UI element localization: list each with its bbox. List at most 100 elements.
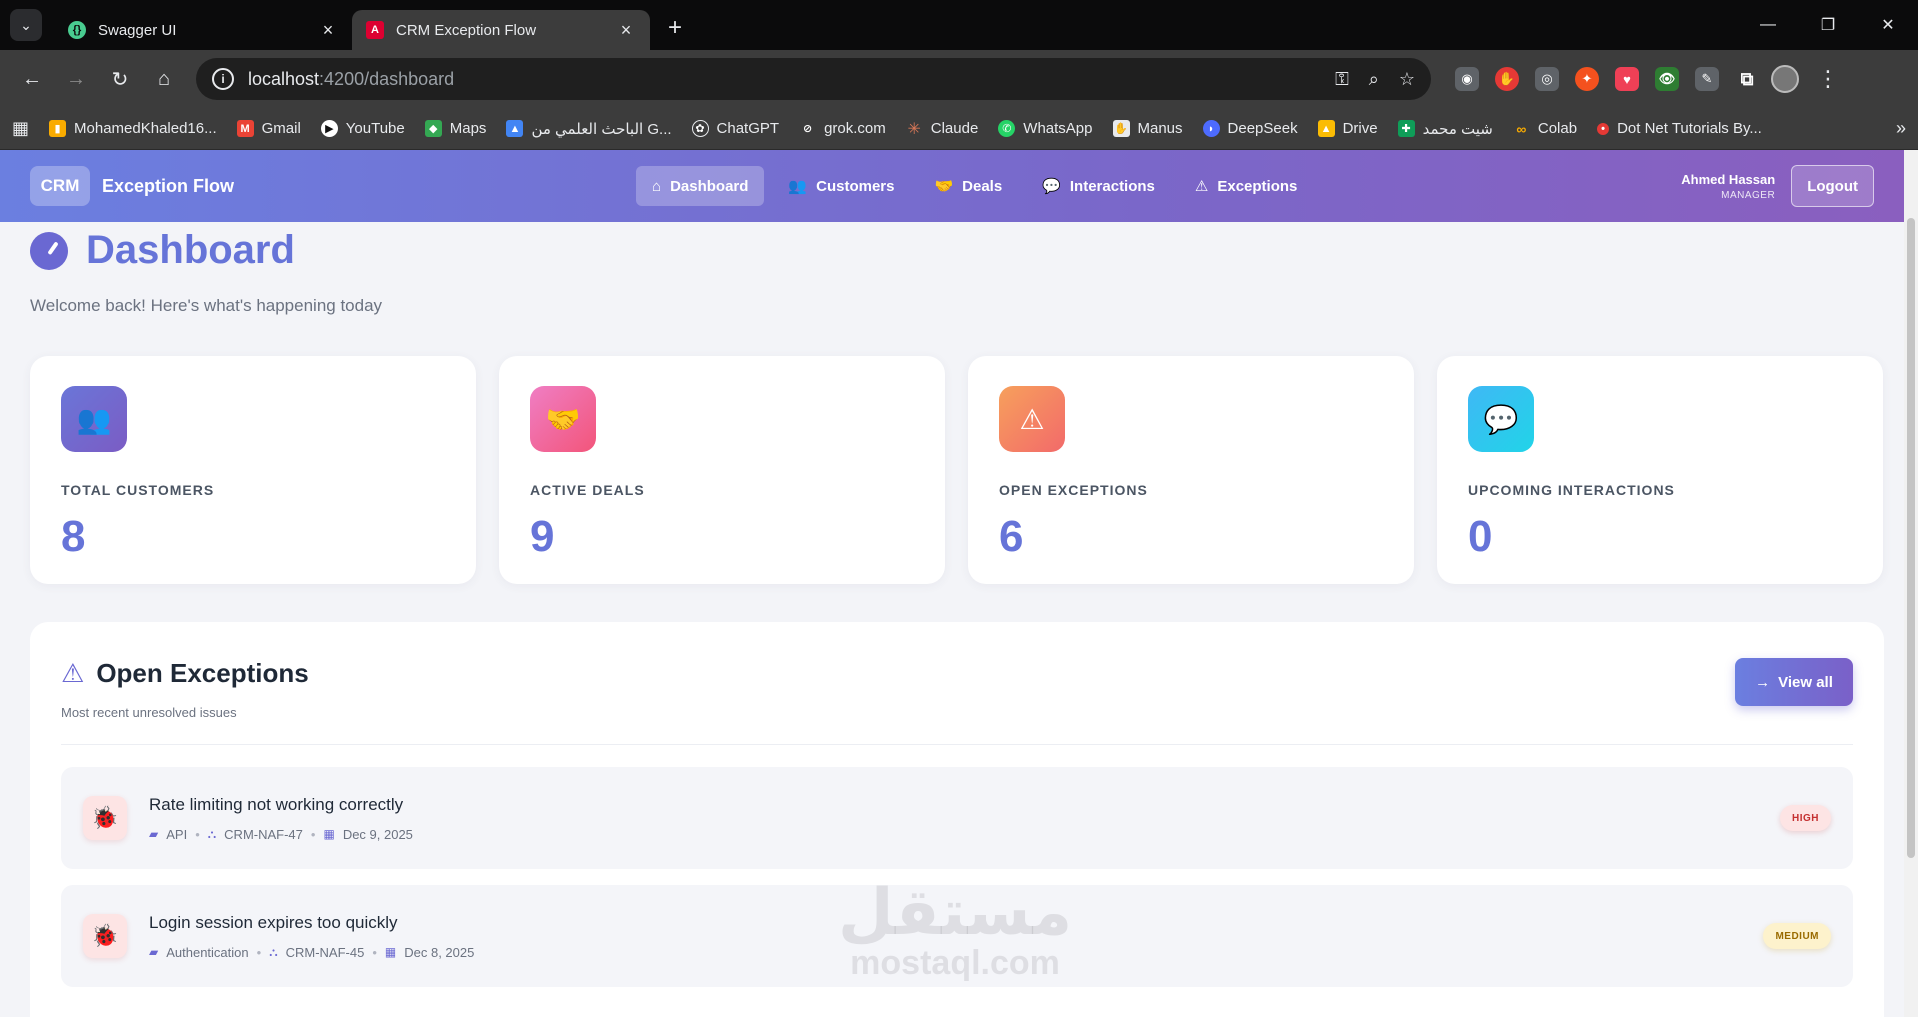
exception-date: Dec 9, 2025 [342, 826, 413, 842]
exception-category: Authentication [166, 944, 249, 960]
pocket-extension-icon[interactable]: ♥ [1615, 67, 1639, 91]
exception-item[interactable]: 🐞 Rate limiting not working correctly ▰ … [61, 767, 1853, 869]
exception-title: Login session expires too quickly [149, 912, 398, 932]
deepseek-icon: ◗ [1202, 120, 1220, 137]
sheets-icon: ✚ [1397, 120, 1415, 137]
bookmark-item[interactable]: • Dot Net Tutorials By... [1597, 120, 1762, 137]
green-extension-icon[interactable]: 👁 [1655, 67, 1679, 91]
nav-interactions[interactable]: 💬 Interactions [1026, 166, 1171, 206]
nav-label: Dashboard [670, 177, 749, 195]
back-icon[interactable]: ← [12, 59, 52, 99]
close-icon[interactable]: × [616, 20, 636, 41]
bookmark-star-icon[interactable]: ☆ [1399, 69, 1415, 90]
nav-dashboard[interactable]: ⌂ Dashboard [636, 166, 765, 206]
bookmark-item[interactable]: ▲ الباحث العلمي من G... [506, 120, 672, 138]
brand[interactable]: CRM Exception Flow [30, 166, 234, 206]
drive-icon: ▲ [1317, 120, 1335, 137]
camera-extension-icon[interactable]: ◉ [1455, 67, 1479, 91]
colab-icon: ∞ [1516, 120, 1527, 137]
nav-deals[interactable]: 🤝 Deals [918, 166, 1018, 206]
scholar-icon: ▲ [506, 120, 524, 137]
bookmark-item[interactable]: ✚ شيت محمد [1397, 120, 1493, 138]
key-icon[interactable]: ⚿ [1335, 69, 1349, 90]
chat-icon: 💬 [1468, 386, 1534, 452]
page-scrollbar[interactable] [1904, 150, 1918, 1017]
browser-toolbar: ← → ↻ ⌂ i localhost:4200/dashboard ⚿ ⌕ ☆… [0, 50, 1918, 108]
orange-extension-icon[interactable]: ✦ [1575, 67, 1599, 91]
whatsapp-icon: ✆ [998, 120, 1016, 137]
more-bookmarks-icon[interactable]: » [1896, 118, 1906, 139]
edit-extension-icon[interactable]: ✎ [1695, 67, 1719, 91]
close-icon[interactable]: × [318, 20, 338, 41]
stat-card-interactions: 💬 UPCOMING INTERACTIONS 0 [1437, 356, 1883, 584]
bookmark-item[interactable]: ⊘ grok.com [799, 120, 886, 137]
site-info-icon[interactable]: i [212, 68, 234, 90]
bookmark-label: Colab [1537, 120, 1578, 137]
users-icon: 👥 [788, 178, 808, 195]
swagger-icon: {} [68, 21, 86, 39]
zoom-icon[interactable]: ⌕ [1369, 69, 1379, 90]
handshake-icon: 🤝 [934, 178, 954, 195]
bookmark-label: WhatsApp [1023, 120, 1093, 137]
bookmark-item[interactable]: ▶ YouTube [320, 120, 405, 137]
gmail-icon: M [236, 120, 254, 137]
red-extension-icon[interactable]: ✋ [1495, 67, 1519, 91]
bookmark-item[interactable]: M Gmail [236, 120, 301, 137]
home-browser-icon[interactable]: ⌂ [144, 59, 184, 99]
severity-badge: MEDIUM [1763, 923, 1831, 949]
app-header: CRM Exception Flow ⌂ Dashboard 👥 Custome… [0, 150, 1904, 222]
stat-card-deals: 🤝 ACTIVE DEALS 9 [499, 356, 945, 584]
exception-meta: ▰ Authentication • ⛬ CRM-NAF-45 • ▦ Dec … [149, 945, 474, 960]
reload-icon[interactable]: ↻ [100, 59, 140, 99]
record-extension-icon[interactable]: ◎ [1535, 67, 1559, 91]
apps-grid-icon[interactable]: ▦ [12, 118, 29, 139]
new-tab-icon[interactable]: + [668, 14, 682, 42]
exception-meta: ▰ API • ⛬ CRM-NAF-47 • ▦ Dec 9, 2025 [149, 827, 413, 842]
bookmark-item[interactable]: ◆ Maps [424, 120, 486, 137]
folder-icon: ▰ [149, 827, 159, 841]
bookmark-item[interactable]: ✳ Claude [906, 120, 979, 138]
bug-icon: 🐞 [83, 914, 127, 958]
bookmark-item[interactable]: ✆ WhatsApp [998, 120, 1093, 137]
bookmark-item[interactable]: ✋ Manus [1112, 120, 1183, 137]
open-exceptions-panel: ⚠ Open Exceptions Most recent unresolved… [30, 622, 1884, 1017]
close-window-icon[interactable]: ✕ [1858, 0, 1918, 50]
panel-subtitle: Most recent unresolved issues [61, 705, 237, 720]
logout-button[interactable]: Logout [1791, 165, 1874, 207]
bookmark-item[interactable]: ◗ DeepSeek [1202, 120, 1298, 137]
home-icon: ⌂ [652, 177, 662, 195]
tab-crm[interactable]: A CRM Exception Flow × [352, 10, 650, 50]
analytics-icon: ▮ [49, 120, 67, 137]
user-role: MANAGER [1721, 189, 1776, 201]
separator: • [310, 826, 316, 842]
minimize-icon[interactable]: — [1738, 0, 1798, 50]
bookmark-label: Claude [930, 120, 979, 137]
forward-icon[interactable]: → [56, 59, 96, 99]
panel-header: ⚠ Open Exceptions Most recent unresolved… [61, 658, 1853, 745]
exception-item[interactable]: 🐞 Login session expires too quickly ▰ Au… [61, 885, 1853, 987]
tab-title: CRM Exception Flow [396, 21, 537, 39]
bookmark-label: grok.com [824, 120, 886, 137]
profile-avatar[interactable] [1771, 65, 1799, 93]
restore-icon[interactable]: ❐ [1798, 0, 1858, 50]
separator: • [195, 826, 200, 842]
nav-exceptions[interactable]: ⚠ Exceptions [1179, 166, 1313, 206]
address-bar[interactable]: i localhost:4200/dashboard ⚿ ⌕ ☆ [196, 58, 1431, 100]
maps-icon: ◆ [424, 120, 442, 137]
bookmark-item[interactable]: ▮ MohamedKhaled16... [49, 120, 217, 137]
nav-customers[interactable]: 👥 Customers [772, 166, 910, 206]
tab-swagger[interactable]: {} Swagger UI × [54, 10, 352, 50]
bookmark-item[interactable]: ∞ Colab [1513, 120, 1577, 137]
browser-menu-icon[interactable]: ⋮ [1817, 66, 1839, 92]
bookmark-label: Manus [1137, 120, 1183, 137]
main-nav: ⌂ Dashboard 👥 Customers 🤝 Deals 💬 Intera… [636, 166, 1313, 206]
bookmark-item[interactable]: ▲ Drive [1317, 120, 1378, 137]
welcome-message: Welcome back! Here's what's happening to… [30, 296, 383, 315]
warning-icon: ⚠ [1194, 178, 1209, 195]
bookmark-item[interactable]: ✿ ChatGPT [691, 120, 779, 137]
scrollbar-thumb[interactable] [1907, 218, 1915, 858]
bookmark-label: Drive [1342, 120, 1378, 137]
tab-search-icon[interactable]: ⌄ [10, 9, 42, 41]
view-all-button[interactable]: → View all [1735, 658, 1853, 706]
extensions-puzzle-icon[interactable]: ⧉ [1735, 67, 1759, 91]
